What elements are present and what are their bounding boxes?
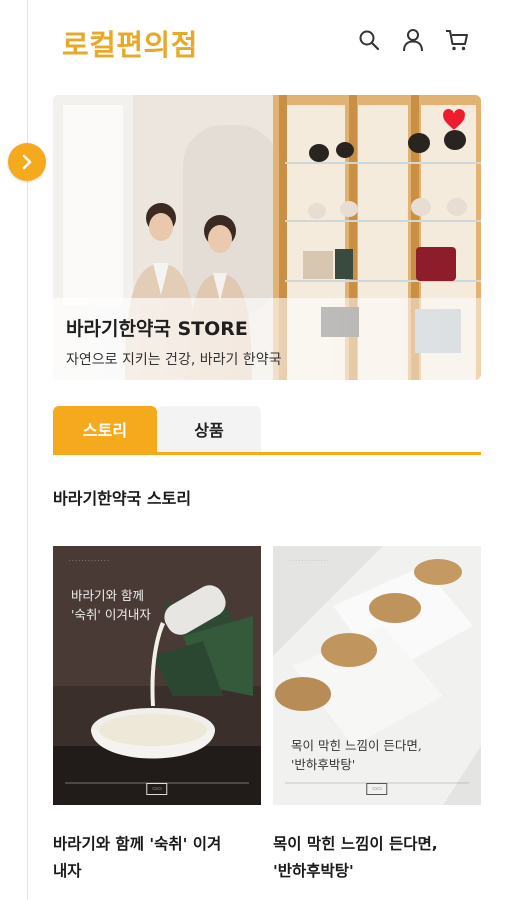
chevron-right-icon bbox=[22, 154, 32, 170]
logo[interactable]: 로컬편의점 bbox=[62, 22, 198, 64]
tab-products[interactable]: 상품 bbox=[157, 406, 261, 452]
user-icon[interactable] bbox=[401, 27, 425, 53]
card-caption[interactable]: 목이 막힌 느낌이 든다면, '반하후박탕' bbox=[273, 831, 481, 885]
side-rail bbox=[0, 0, 28, 900]
hero-title: 바라기한약국 STORE bbox=[66, 318, 248, 340]
search-icon[interactable] bbox=[357, 27, 381, 53]
tab-story[interactable]: 스토리 bbox=[53, 406, 157, 452]
hero-caption: 바라기한약국 STORE 자연으로 지키는 건강, 바라기 한약국 bbox=[53, 298, 481, 380]
header: 로컬편의점 bbox=[28, 0, 507, 86]
story-thumbnail[interactable]: · · · · · · · · · · · · · 목이 막힌 느낌이 든다면,… bbox=[273, 546, 481, 805]
side-menu-toggle-button[interactable] bbox=[8, 143, 46, 181]
thumb-header-text: · · · · · · · · · · · · · bbox=[289, 558, 329, 564]
hangover-story-image bbox=[53, 546, 261, 805]
section-title: 바라기한약국 스토리 bbox=[53, 489, 192, 508]
story-thumbnail[interactable]: · · · · · · · · · · · · · 바라기와 함께 '숙취' 이… bbox=[53, 546, 261, 805]
hero-subtitle: 자연으로 지키는 건강, 바라기 한약국 bbox=[66, 352, 282, 368]
thumb-logo: ▭▭ bbox=[366, 783, 388, 795]
story-card[interactable]: · · · · · · · · · · · · · 목이 막힌 느낌이 든다면,… bbox=[273, 546, 481, 885]
header-icons bbox=[357, 27, 469, 53]
favorite-heart-icon[interactable] bbox=[441, 107, 467, 133]
thumb-text: 목이 막힌 느낌이 든다면, '반하후박탕' bbox=[291, 738, 422, 772]
thumb-text: 바라기와 함께 '숙취' 이겨내자 bbox=[71, 588, 151, 622]
story-card[interactable]: · · · · · · · · · · · · · 바라기와 함께 '숙취' 이… bbox=[53, 546, 261, 885]
store-hero-banner[interactable]: 바라기한약국 STORE 자연으로 지키는 건강, 바라기 한약국 bbox=[53, 95, 481, 380]
card-caption[interactable]: 바라기와 함께 '숙취' 이겨 내자 bbox=[53, 831, 261, 885]
tab-bar: 스토리 상품 bbox=[53, 406, 481, 455]
thumb-logo: ▭▭ bbox=[146, 783, 168, 795]
cart-icon[interactable] bbox=[445, 27, 469, 53]
thumb-header-text: · · · · · · · · · · · · · bbox=[69, 558, 109, 564]
